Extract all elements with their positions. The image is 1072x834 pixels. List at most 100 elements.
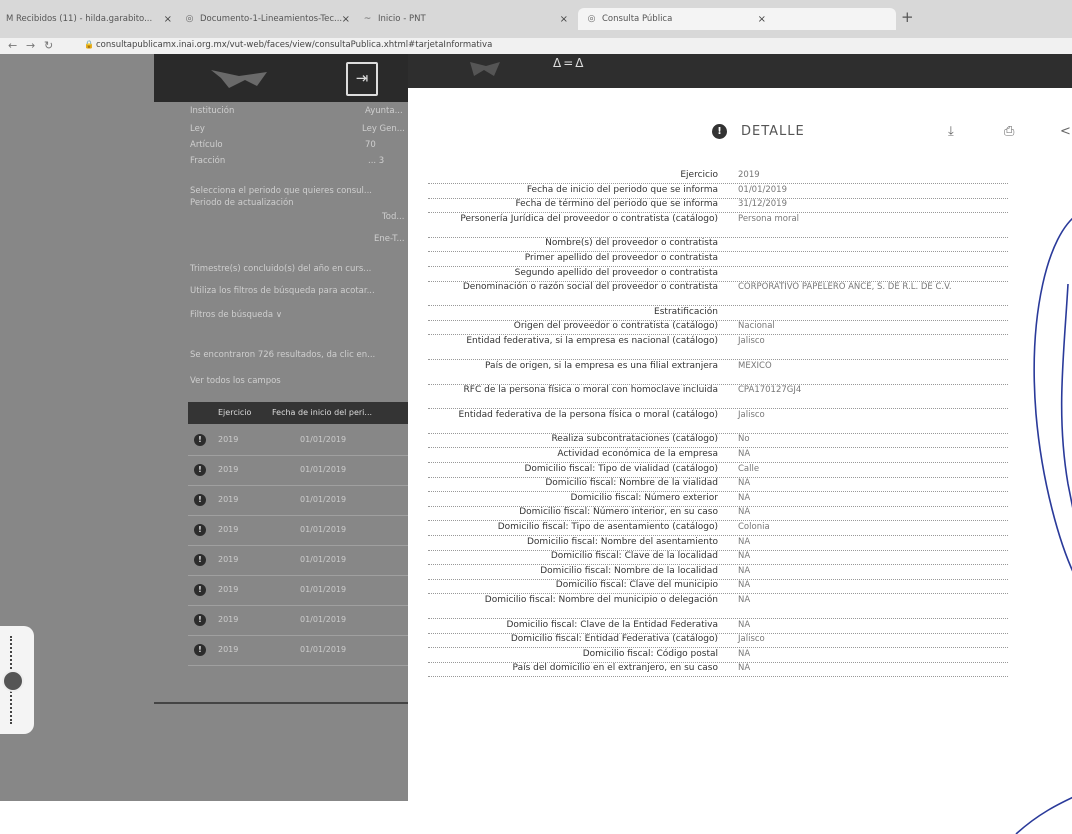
info-icon[interactable]: ! [194, 584, 206, 596]
detail-label: País de origen, si la empresa es una fil… [485, 360, 718, 371]
period-label: Periodo de actualización [190, 198, 294, 208]
period-option[interactable]: Tod... [382, 212, 404, 222]
detail-row: Personería Jurídica del proveedor o cont… [428, 214, 1008, 238]
footer-divider [154, 702, 408, 704]
row-year: 2019 [218, 495, 239, 504]
detail-row: Fecha de término del periodo que se info… [428, 199, 1008, 214]
row-date: 01/01/2019 [300, 435, 347, 444]
exit-icon[interactable]: ⇥ [346, 62, 378, 96]
detail-label: Domicilio fiscal: Número interior, en su… [519, 507, 718, 518]
row-date: 01/01/2019 [300, 465, 347, 474]
detail-value: NA [738, 565, 751, 576]
table-row[interactable]: ! 2019 01/01/2019 [188, 426, 408, 456]
table-row[interactable]: ! 2019 01/01/2019 [188, 486, 408, 516]
info-icon[interactable]: ! [194, 644, 206, 656]
tab-consulta-publica[interactable]: ◎ Consulta Pública × [578, 8, 896, 30]
detail-label: Domicilio fiscal: Nombre del municipio o… [484, 595, 718, 605]
detail-row: Segundo apellido del proveedor o contrat… [428, 268, 1008, 282]
detail-row: Ejercicio 2019 [428, 170, 1008, 184]
tab-documento-label: Documento-1-Lineamientos-Tec... [200, 14, 343, 24]
browser-tab-bar: M Recibidos (11) - hilda.garabito... × ◎… [0, 0, 1072, 38]
detail-label: Actividad económica de la empresa [557, 449, 718, 459]
field-label: Fracción [190, 156, 226, 166]
period-option[interactable]: Ene-T... [374, 234, 405, 244]
pnt-icon: ~ [363, 13, 372, 24]
forward-arrow-icon[interactable]: → [26, 39, 35, 52]
detail-label: Domicilio fiscal: Clave de la Entidad Fe… [506, 619, 718, 630]
tab-documento[interactable]: ◎ Documento-1-Lineamientos-Tec... × [184, 8, 354, 30]
new-tab-button[interactable]: + [901, 8, 914, 26]
info-icon[interactable]: ! [194, 494, 206, 506]
download-icon[interactable]: ⤓ [948, 124, 954, 139]
detail-label: Domicilio fiscal: Nombre de la vialidad [545, 478, 718, 489]
detail-row: Realiza subcontrataciones (catálogo) No [428, 434, 1008, 449]
info-icon[interactable]: ! [194, 434, 206, 446]
detail-label: Fecha de término del periodo que se info… [515, 199, 718, 210]
table-row[interactable]: ! 2019 01/01/2019 [188, 606, 408, 636]
period-prompt: Selecciona el periodo que quieres consul… [190, 186, 372, 196]
row-year: 2019 [218, 615, 239, 624]
detail-row: Domicilio fiscal: Número exterior NA [428, 493, 1008, 507]
detail-row: Origen del proveedor o contratista (catá… [428, 321, 1008, 336]
filters-toggle[interactable]: Filtros de búsqueda ∨ [190, 310, 282, 320]
accessibility-handle[interactable] [0, 626, 34, 734]
tab-pnt-label: Inicio - PNT [378, 14, 426, 24]
browser-nav-bar: ← → ↻ 🔒 consultapublicamx.inai.org.mx/vu… [0, 38, 1072, 54]
detail-row: Domicilio fiscal: Entidad Federativa (ca… [428, 634, 1008, 649]
address-bar[interactable]: consultapublicamx.inai.org.mx/vut-web/fa… [96, 40, 492, 50]
column-header[interactable]: Ejercicio [218, 408, 251, 417]
detail-label: Realiza subcontrataciones (catálogo) [551, 434, 718, 445]
field-value: Ley Gen... [362, 124, 405, 134]
info-icon[interactable]: ! [194, 524, 206, 536]
reload-icon[interactable]: ↻ [44, 39, 53, 52]
detail-label: Domicilio fiscal: Número exterior [570, 492, 718, 503]
detail-row: Domicilio fiscal: Tipo de asentamiento (… [428, 522, 1008, 536]
site-header: ⇥ [154, 54, 408, 102]
info-icon[interactable]: ! [194, 614, 206, 626]
table-row[interactable]: ! 2019 01/01/2019 [188, 456, 408, 486]
row-date: 01/01/2019 [300, 615, 347, 624]
detail-label: Entidad federativa, si la empresa es nac… [466, 336, 718, 346]
close-icon[interactable]: × [342, 14, 350, 25]
table-row[interactable]: ! 2019 01/01/2019 [188, 576, 408, 606]
info-icon[interactable]: ! [194, 554, 206, 566]
detail-value: 31/12/2019 [738, 199, 787, 210]
detail-value: NA [738, 536, 751, 547]
detail-value: Jalisco [738, 336, 765, 346]
accessibility-icon[interactable] [2, 670, 24, 692]
detail-label: Domicilio fiscal: Tipo de vialidad (catá… [524, 463, 718, 474]
detail-label: Primer apellido del proveedor o contrati… [524, 253, 718, 263]
detail-value: Persona moral [738, 213, 800, 224]
detail-row: Domicilio fiscal: Clave de la Entidad Fe… [428, 620, 1008, 634]
table-row[interactable]: ! 2019 01/01/2019 [188, 516, 408, 546]
detail-value: NA [738, 663, 751, 674]
table-row[interactable]: ! 2019 01/01/2019 [188, 546, 408, 576]
detail-value: No [738, 434, 750, 445]
info-icon[interactable]: ! [194, 464, 206, 476]
detail-label: Domicilio fiscal: Nombre de la localidad [540, 565, 718, 576]
field-label: Ley [190, 124, 205, 134]
detail-value: Jalisco [738, 409, 765, 420]
back-arrow-icon[interactable]: ← [8, 39, 17, 52]
close-icon[interactable]: × [758, 14, 766, 25]
background-page: ⇥ Institución Ayunta... Ley Ley Gen... A… [0, 54, 408, 801]
close-icon[interactable]: × [560, 14, 568, 25]
row-year: 2019 [218, 465, 239, 474]
close-icon[interactable]: × [164, 14, 172, 25]
row-date: 01/01/2019 [300, 585, 347, 594]
tab-pnt[interactable]: ~ Inicio - PNT × [362, 8, 572, 30]
detail-value: NA [738, 648, 751, 659]
see-all-fields-link[interactable]: Ver todos los campos [190, 376, 281, 386]
row-year: 2019 [218, 435, 239, 444]
detail-label: Origen del proveedor o contratista (catá… [513, 321, 718, 332]
detail-value: NA [738, 551, 751, 562]
detail-row: Domicilio fiscal: Nombre de la vialidad N… [428, 478, 1008, 493]
detail-label: Domicilio fiscal: Clave del municipio [555, 580, 718, 591]
column-header[interactable]: Fecha de inicio del peri... [272, 408, 372, 417]
table-row[interactable]: ! 2019 01/01/2019 [188, 636, 408, 666]
detail-row: Domicilio fiscal: Clave de la localidad N… [428, 551, 1008, 566]
results-text: Se encontraron 726 resultados, da clic e… [190, 350, 376, 360]
print-icon[interactable]: ⎙ [1004, 124, 1014, 139]
tab-gmail[interactable]: M Recibidos (11) - hilda.garabito... × [6, 8, 176, 30]
share-icon[interactable]: < [1060, 124, 1071, 139]
